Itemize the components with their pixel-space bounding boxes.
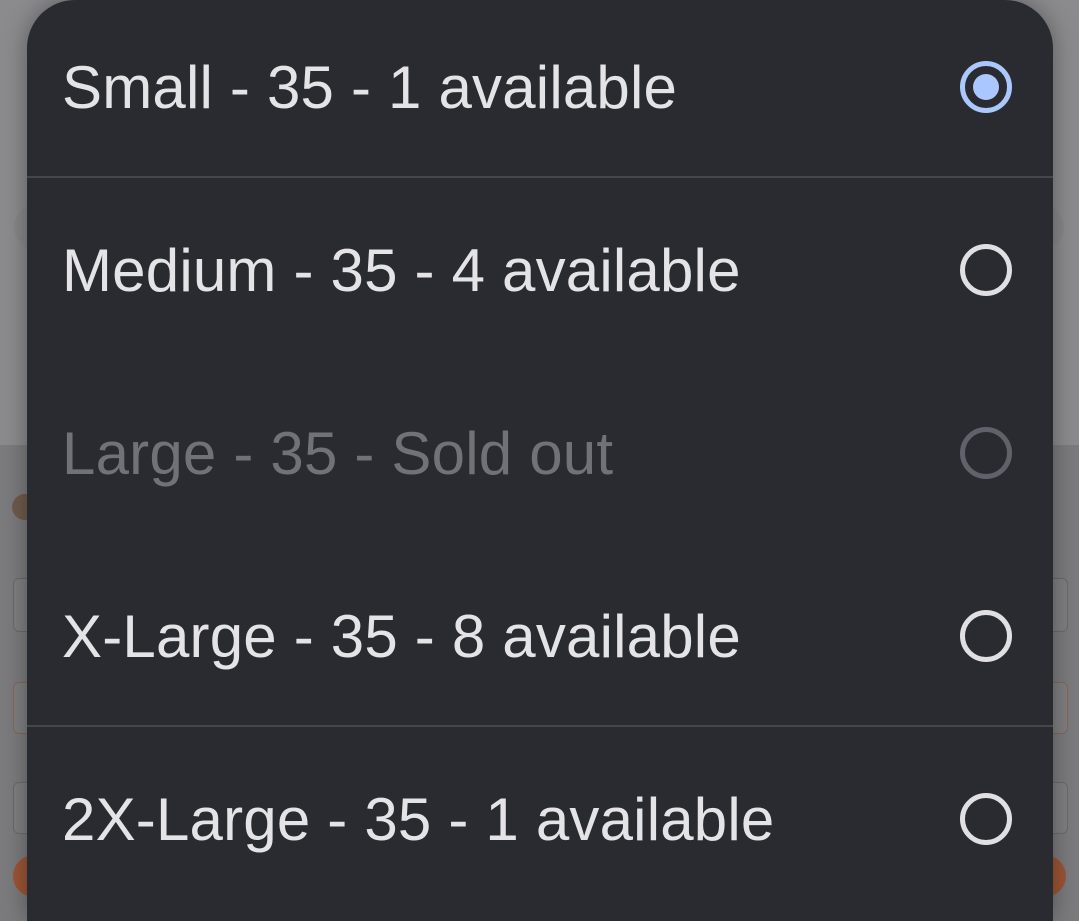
radio-unselected-icon[interactable] bbox=[960, 244, 1012, 296]
divider bbox=[27, 176, 1053, 178]
radio-selected-icon[interactable] bbox=[960, 61, 1012, 113]
option-label: 2X-Large - 35 - 1 available bbox=[62, 785, 775, 853]
divider bbox=[27, 725, 1053, 727]
option-label: Large - 35 - Sold out bbox=[62, 419, 614, 487]
option-label: Medium - 35 - 4 available bbox=[62, 236, 741, 304]
option-medium[interactable]: Medium - 35 - 4 available bbox=[27, 210, 1053, 330]
option-2x-large[interactable]: 2X-Large - 35 - 1 available bbox=[27, 759, 1053, 879]
option-large: Large - 35 - Sold out bbox=[27, 393, 1053, 513]
option-small[interactable]: Small - 35 - 1 available bbox=[27, 27, 1053, 147]
option-label: X-Large - 35 - 8 available bbox=[62, 602, 741, 670]
radio-disabled-icon bbox=[960, 427, 1012, 479]
radio-unselected-icon[interactable] bbox=[960, 610, 1012, 662]
option-label: Small - 35 - 1 available bbox=[62, 53, 678, 121]
radio-unselected-icon[interactable] bbox=[960, 793, 1012, 845]
size-selection-dialog: Small - 35 - 1 available Medium - 35 - 4… bbox=[27, 0, 1053, 921]
option-x-large[interactable]: X-Large - 35 - 8 available bbox=[27, 576, 1053, 696]
